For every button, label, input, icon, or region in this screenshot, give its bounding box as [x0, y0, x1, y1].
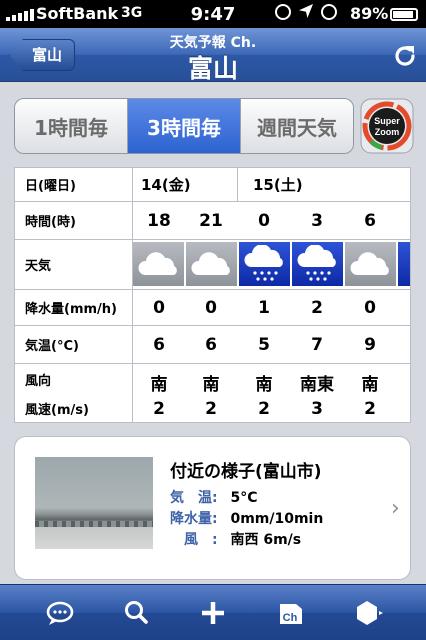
wind-direction: 南東 — [300, 374, 334, 395]
rain-icon — [239, 242, 290, 286]
page-title: 富山 — [187, 54, 238, 83]
wind-speed: 3 — [311, 398, 323, 419]
header-hour: 時間(時) — [15, 202, 133, 239]
forecast-interval-tabs: 1時間毎 3時間毎 週間天気 — [14, 98, 354, 154]
wind-direction: 南 — [150, 374, 168, 395]
table-row-temp: 気温(°C) 6 6 5 7 9 — [15, 326, 410, 364]
wind-cell: 南東 3 — [291, 364, 343, 422]
nearby-conditions-card[interactable]: 付近の様子(富山市) 気 温: 5°C 降水量: 0mm/10min 風 : 南… — [14, 436, 411, 580]
header-wind: 風向 風速(m/s) — [15, 364, 133, 422]
status-icons — [275, 4, 337, 20]
precip-cell: 0 — [205, 297, 217, 318]
nearby-wind: 風 : 南西 6m/s — [170, 529, 301, 549]
search-icon[interactable] — [118, 595, 154, 631]
header-weather: 天気 — [15, 240, 133, 289]
wind-cell: 南 2 — [185, 364, 237, 422]
battery-percent: 89% — [350, 4, 389, 23]
add-icon[interactable] — [195, 595, 231, 631]
channel-icon[interactable]: Ch — [273, 595, 309, 631]
wind-cell: 南 2 — [344, 364, 396, 422]
precip-cell: 0 — [153, 297, 165, 318]
wind-direction: 南 — [202, 374, 220, 395]
wind-speed: 2 — [258, 398, 270, 419]
temp-cell: 6 — [153, 334, 165, 355]
navigation-bar: 富山 天気予報 Ch. 富山 — [0, 28, 426, 83]
nearby-wind-label: 風 : — [170, 532, 218, 548]
table-row-precip: 降水量(mm/h) 0 0 1 2 0 — [15, 290, 410, 326]
precip-cell: 1 — [258, 297, 270, 318]
settings-hexagon-icon[interactable] — [349, 595, 385, 631]
battery-icon — [390, 8, 418, 21]
day-label: 15(土) — [253, 176, 303, 194]
cloudy-icon — [133, 242, 184, 286]
wind-speed: 2 — [205, 398, 217, 419]
refresh-icon[interactable] — [392, 43, 418, 69]
forecast-table: 日(曜日) 14(金) 15(土) 時間(時) 18 21 0 3 6 天気 降… — [14, 167, 411, 423]
table-row-day: 日(曜日) 14(金) 15(土) — [15, 168, 410, 202]
super-zoom-line2: Zoom — [375, 127, 400, 137]
cloudy-icon — [186, 242, 237, 286]
nearby-temperature: 気 温: 5°C — [170, 487, 257, 507]
table-row-weather: 天気 — [15, 240, 410, 290]
wind-direction: 南 — [255, 374, 273, 395]
tab-1-hour[interactable]: 1時間毎 — [15, 99, 128, 153]
location-icon — [299, 4, 313, 18]
wind-speed: 2 — [364, 398, 376, 419]
wind-cell: 南 2 — [133, 364, 185, 422]
super-zoom-button[interactable]: Super Zoom — [360, 98, 414, 154]
rain-icon — [292, 242, 343, 286]
header-precip: 降水量(mm/h) — [15, 290, 133, 325]
chat-bubble-icon[interactable] — [42, 595, 78, 631]
hour-cell: 0 — [258, 210, 270, 231]
day-label: 14(金) — [141, 176, 191, 194]
header-day: 日(曜日) — [15, 168, 133, 201]
temp-cell: 5 — [258, 334, 270, 355]
chevron-right-icon: › — [391, 496, 400, 521]
wind-speed: 2 — [153, 398, 165, 419]
day-divider — [237, 168, 238, 201]
tab-3-hour[interactable]: 3時間毎 — [128, 99, 241, 153]
nearby-title: 付近の様子(富山市) — [170, 462, 322, 482]
header-wind-speed: 風速(m/s) — [25, 403, 89, 418]
bottom-toolbar: Ch — [0, 584, 426, 640]
nearby-precip-value: 0mm/10min — [230, 511, 324, 527]
header-wind-direction: 風向 — [25, 374, 52, 389]
hour-cell: 21 — [199, 210, 223, 231]
super-zoom-line1: Super — [374, 116, 400, 126]
table-row-wind: 風向 風速(m/s) 南 2 南 2 南 2 南東 3 南 2 — [15, 364, 410, 422]
rotation-lock-icon — [275, 4, 291, 20]
channel-icon-label: Ch — [283, 612, 298, 624]
precip-cell: 0 — [364, 297, 376, 318]
temp-cell: 6 — [205, 334, 217, 355]
nearby-precip: 降水量: 0mm/10min — [170, 508, 323, 528]
hour-cell: 6 — [364, 210, 376, 231]
status-bar: SoftBank 3G 9:47 89% — [0, 0, 426, 28]
nearby-temperature-label: 気 温: — [170, 490, 218, 506]
rain-icon-partial — [398, 242, 410, 286]
cloudy-icon — [345, 242, 396, 286]
nearby-precip-label: 降水量: — [170, 511, 218, 527]
temp-cell: 7 — [311, 334, 323, 355]
hour-cell: 18 — [147, 210, 171, 231]
precip-cell: 2 — [311, 297, 323, 318]
wind-cell: 南 2 — [238, 364, 290, 422]
header-temp: 気温(°C) — [15, 326, 133, 363]
nearby-temperature-value: 5°C — [230, 490, 258, 506]
alarm-clock-icon — [321, 4, 337, 20]
nearby-wind-value: 南西 6m/s — [230, 532, 302, 548]
live-camera-photo — [35, 457, 153, 549]
tab-weekly[interactable]: 週間天気 — [241, 99, 353, 153]
temp-cell: 9 — [364, 334, 376, 355]
wind-direction: 南 — [361, 374, 379, 395]
hour-cell: 3 — [311, 210, 323, 231]
table-row-hour: 時間(時) 18 21 0 3 6 — [15, 202, 410, 240]
